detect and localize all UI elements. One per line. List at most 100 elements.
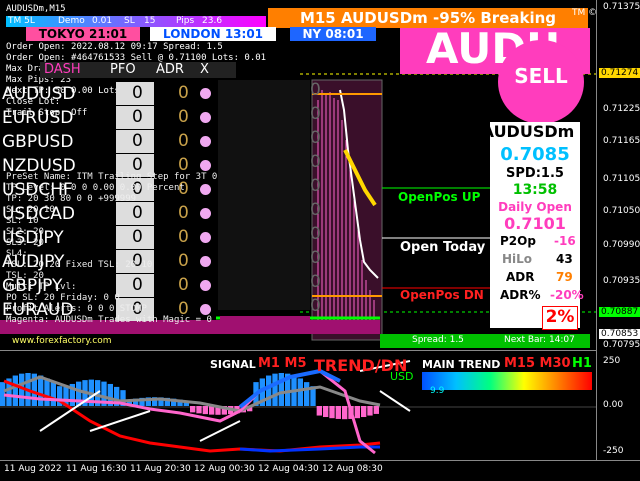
session-london: LONDON 13:01 — [150, 27, 276, 41]
status-strip: TM 5L Demo 0.01 SL 15 Pips 23.6 — [6, 16, 266, 27]
panel-spread: SPD:1.5 — [506, 166, 564, 181]
panel-adr: 79 — [556, 270, 573, 284]
overlay-settings: PreSet Name: ITM Trailing Step for 3T 0.… — [6, 172, 234, 326]
percent-badge: 2% — [542, 306, 578, 330]
panel-adr-label: ADR — [506, 270, 535, 284]
time-tick: 12 Aug 00:30 — [194, 464, 255, 474]
overlay-black-panel — [218, 80, 310, 310]
overlay-cell: 0 — [310, 128, 321, 148]
price-tick: 0.71105 — [603, 174, 640, 184]
histogram-bar — [44, 378, 50, 406]
label-m1m5: M1 M5 — [258, 356, 307, 371]
histogram-bar — [38, 375, 44, 406]
label-m15m30: M15 M30 — [504, 356, 571, 371]
overlay-line: SL2: 20 — [6, 227, 44, 237]
next-bar-text: Next Bar: 14:07 — [504, 335, 575, 345]
histogram-bar — [304, 382, 310, 406]
status-sl-label: SL — [124, 16, 135, 26]
histogram-bar — [354, 406, 360, 419]
banner-badge: TM © — [572, 8, 598, 18]
price-tick-highlight: 0.70887 — [599, 307, 640, 317]
overlay-line: TSL: 20 — [6, 271, 44, 281]
panel-p2op: -16 — [554, 234, 576, 248]
label-openpos-dn: OpenPos DN — [400, 288, 484, 302]
label-openpos-up: OpenPos UP — [398, 190, 481, 204]
histogram-bar — [297, 378, 303, 406]
subchart-axis: 250 0.00 -250 — [596, 350, 640, 460]
sub-tick: 250 — [603, 356, 621, 366]
tab-close[interactable]: X — [200, 62, 209, 77]
histogram-bar — [202, 406, 208, 415]
histogram-bar — [272, 373, 278, 406]
status-demo-val: 0.01 — [92, 16, 113, 26]
sell-circle: SELL — [498, 40, 584, 124]
status-dot — [200, 160, 211, 171]
histogram-bar — [323, 406, 329, 418]
price-tick-highlight: 0.70853 — [599, 329, 640, 339]
overlay-cell: 0 — [310, 224, 321, 244]
spread-text: Spread: 1.5 — [412, 335, 464, 345]
symbol-value-1: 0 — [132, 131, 143, 151]
symbol-name: AUDUSD — [2, 84, 76, 104]
panel-daily-open-label: Daily Open — [498, 200, 572, 214]
symbol-row[interactable]: AUDUSD 0 0 — [0, 82, 216, 106]
overlay-line: Magenta: AUDUSDm Trades with Magic = 0 — [6, 315, 212, 325]
symbol-name: EURUSD — [2, 108, 74, 128]
time-axis: 11 Aug 2022 11 Aug 16:30 11 Aug 20:30 12… — [0, 460, 640, 481]
sell-label: SELL — [514, 64, 568, 88]
histogram-bar — [373, 406, 379, 414]
overlay-cell-column: 0 0 0 0 0 0 0 0 0 0 — [310, 80, 340, 340]
overlay-line: TP Level: 0 0 0 0.00 0.00 Percent — [6, 183, 185, 193]
right-info-panel: AUDUSDm 0.7085 SPD:1.5 13:58 Daily Open … — [482, 122, 584, 328]
histogram-bar — [12, 375, 18, 406]
price-axis[interactable]: 0.71375 0.71274 0.71225 0.71165 0.71105 … — [596, 0, 640, 350]
overlay-cell: 0 — [310, 272, 321, 292]
panel-hilo-label: HiLo — [502, 252, 533, 266]
histogram-bar — [367, 406, 373, 416]
price-tick: 0.70935 — [603, 276, 640, 286]
histogram-bar — [316, 406, 322, 416]
status-tm: TM 5L — [8, 16, 35, 26]
histogram-bar — [266, 375, 272, 406]
overlay-cell: 0 — [310, 248, 321, 268]
symbol-row[interactable]: EURUSD 0 0 — [0, 106, 216, 130]
symbol-value-1: 0 — [132, 83, 143, 103]
watermark: www.forexfactory.com — [12, 336, 112, 346]
status-dot — [200, 88, 211, 99]
overlay-cell: 0 — [310, 104, 321, 124]
time-tick: 12 Aug 04:30 — [258, 464, 319, 474]
price-tick: 0.71050 — [603, 206, 640, 216]
histogram-bar — [190, 406, 196, 413]
panel-p2op-label: P2Op — [500, 234, 536, 248]
overlay-cell: 0 — [310, 152, 321, 172]
status-sl-val: 15 — [144, 16, 156, 26]
panel-price: 0.7085 — [500, 144, 570, 165]
histogram-bar — [335, 406, 341, 419]
symbol-name: GBPUSD — [2, 132, 74, 152]
tab-adr[interactable]: ADR — [156, 62, 184, 77]
overlay-line: Profit Alerts: 0 0 0 STOMP — [6, 304, 147, 314]
price-tick: 0.71375 — [603, 2, 640, 12]
label-main-trend: MAIN TREND — [422, 358, 501, 371]
time-tick: 11 Aug 16:30 — [66, 464, 127, 474]
price-tick: 0.70990 — [603, 240, 640, 250]
histogram-bar — [50, 382, 56, 406]
panel-adrpct: -20% — [550, 288, 584, 302]
panel-time: 13:58 — [512, 182, 558, 198]
overlay-line: TP: 20 30 80 0 0 +999999 — [6, 194, 137, 204]
tab-dash[interactable]: DASH — [44, 62, 81, 77]
tab-pfo[interactable]: PFO — [110, 62, 136, 77]
price-tick: 0.71225 — [603, 104, 640, 114]
label-signal: SIGNAL — [210, 358, 256, 371]
overlay-cell: 0 — [310, 200, 321, 220]
histogram-bar — [329, 406, 335, 419]
status-dot — [200, 112, 211, 123]
time-tick: 12 Aug 08:30 — [322, 464, 383, 474]
status-pips-label: Pips — [176, 16, 195, 26]
price-tick: 0.70795 — [603, 340, 640, 350]
panel-adrpct-label: ADR% — [500, 288, 541, 302]
time-tick: 11 Aug 2022 — [4, 464, 62, 474]
symbol-row[interactable]: GBPUSD 0 0 — [0, 130, 216, 154]
panel-symbol: AUDUSDm — [481, 122, 575, 141]
dashboard-tabs: DASH PFO ADR X — [40, 62, 236, 78]
